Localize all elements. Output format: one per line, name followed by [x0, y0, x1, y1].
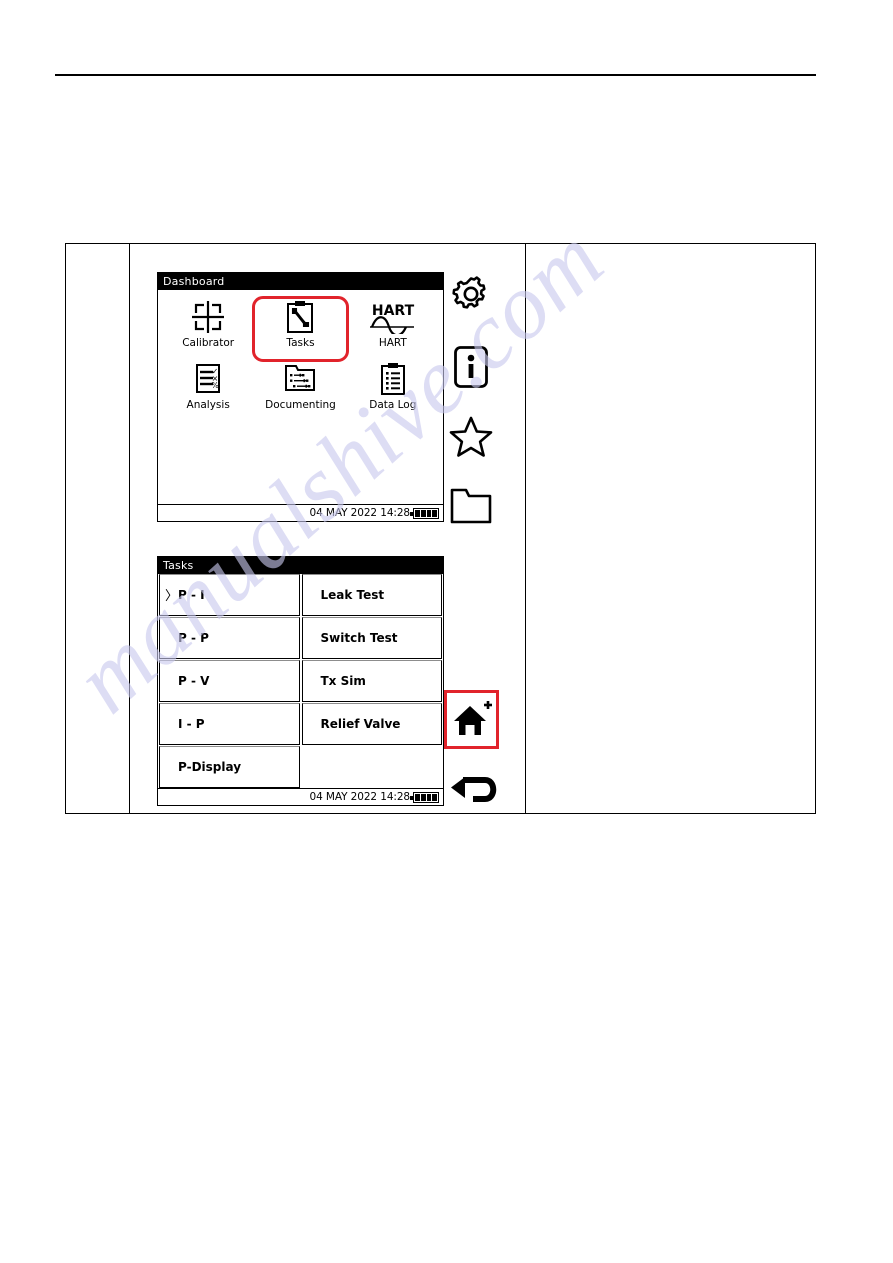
dashboard-tile-label: Documenting	[265, 399, 336, 411]
dashboard-tile-label: Calibrator	[182, 337, 235, 349]
table-column-divider-1	[129, 244, 130, 813]
folder-icon[interactable]	[450, 487, 492, 525]
hart-wave-icon: HART	[368, 298, 418, 336]
tasks-item-label: P-Display	[178, 759, 242, 774]
dashboard-tile-grid: Calibrator Tasks HART HART ✓ × % Analysi…	[158, 290, 443, 422]
battery-full-icon	[410, 507, 439, 519]
tasks-body: 〉 P - I Leak Test P - P Switch Test P - …	[158, 574, 443, 805]
dashboard-tile-label: Tasks	[286, 337, 315, 349]
tasks-item-label: Switch Test	[320, 630, 398, 645]
dashboard-tile-tasks[interactable]: Tasks	[252, 296, 349, 362]
tasks-item-label: Leak Test	[320, 587, 385, 602]
calibrator-crosshair-icon	[191, 298, 225, 336]
page-header-rule	[55, 74, 816, 76]
tasks-item-label: Relief Valve	[320, 716, 401, 731]
selection-caret-icon: 〉	[165, 589, 179, 605]
status-datetime: 04 MAY 2022 14:28	[309, 791, 411, 803]
svg-text:HART: HART	[372, 303, 415, 319]
dashboard-tile-label: HART	[378, 337, 407, 349]
gear-icon[interactable]	[449, 272, 493, 316]
tasks-item-i-p[interactable]: I - P	[159, 703, 300, 745]
dashboard-tile-calibrator[interactable]: Calibrator	[162, 298, 254, 360]
dashboard-tile-documenting[interactable]: Documenting	[254, 360, 346, 422]
status-datetime: 04 MAY 2022 14:28	[309, 507, 411, 519]
dashboard-tile-hart[interactable]: HART HART	[347, 298, 439, 360]
tasks-item-p-i[interactable]: 〉 P - I	[159, 574, 300, 616]
tasks-item-p-v[interactable]: P - V	[159, 660, 300, 702]
analysis-checklist-icon: ✓ × %	[193, 360, 223, 398]
battery-full-icon	[410, 791, 439, 803]
tasks-item-label: P - P	[178, 630, 209, 645]
tasks-screen: Tasks 〉 P - I Leak Test P - P Switch Tes…	[157, 556, 444, 806]
tasks-title-bar: Tasks	[158, 557, 443, 574]
dashboard-tile-label: Data Log	[369, 399, 417, 411]
dashboard-title-bar: Dashboard	[158, 273, 443, 290]
tasks-item-empty	[301, 746, 442, 788]
tasks-list-grid: 〉 P - I Leak Test P - P Switch Test P - …	[158, 574, 443, 789]
dashboard-status-bar: 04 MAY 2022 14:28	[158, 504, 443, 521]
dashboard-tile-analysis[interactable]: ✓ × % Analysis	[162, 360, 254, 422]
tasks-item-label: P - V	[178, 673, 210, 688]
tasks-item-label: P - I	[178, 587, 205, 602]
tasks-item-p-p[interactable]: P - P	[159, 617, 300, 659]
dashboard-body: Calibrator Tasks HART HART ✓ × % Analysi…	[158, 290, 443, 521]
tasks-item-tx-sim[interactable]: Tx Sim	[301, 660, 442, 702]
tasks-item-p-display[interactable]: P-Display	[159, 746, 300, 788]
clipboard-lines-icon	[378, 360, 408, 398]
dashboard-tile-label: Analysis	[186, 399, 230, 411]
tasks-item-label: Tx Sim	[320, 673, 366, 688]
tasks-item-leak-test[interactable]: Leak Test	[301, 574, 442, 616]
folder-arrows-icon	[282, 360, 318, 398]
tasks-item-label: I - P	[178, 716, 205, 731]
tasks-item-relief-valve[interactable]: Relief Valve	[301, 703, 442, 745]
clipboard-wrench-icon	[285, 298, 315, 336]
dashboard-screen: Dashboard Calibrator Tasks HART HART ✓ ×…	[157, 272, 444, 522]
back-arrow-icon[interactable]	[448, 770, 498, 808]
dashboard-tile-data-log[interactable]: Data Log	[347, 360, 439, 422]
star-icon[interactable]	[449, 414, 493, 458]
home-plus-icon[interactable]	[444, 690, 499, 749]
table-column-divider-2	[525, 244, 526, 813]
tasks-status-bar: 04 MAY 2022 14:28	[158, 788, 443, 805]
svg-text:%: %	[211, 381, 219, 390]
info-icon[interactable]	[452, 345, 490, 389]
tasks-item-switch-test[interactable]: Switch Test	[301, 617, 442, 659]
